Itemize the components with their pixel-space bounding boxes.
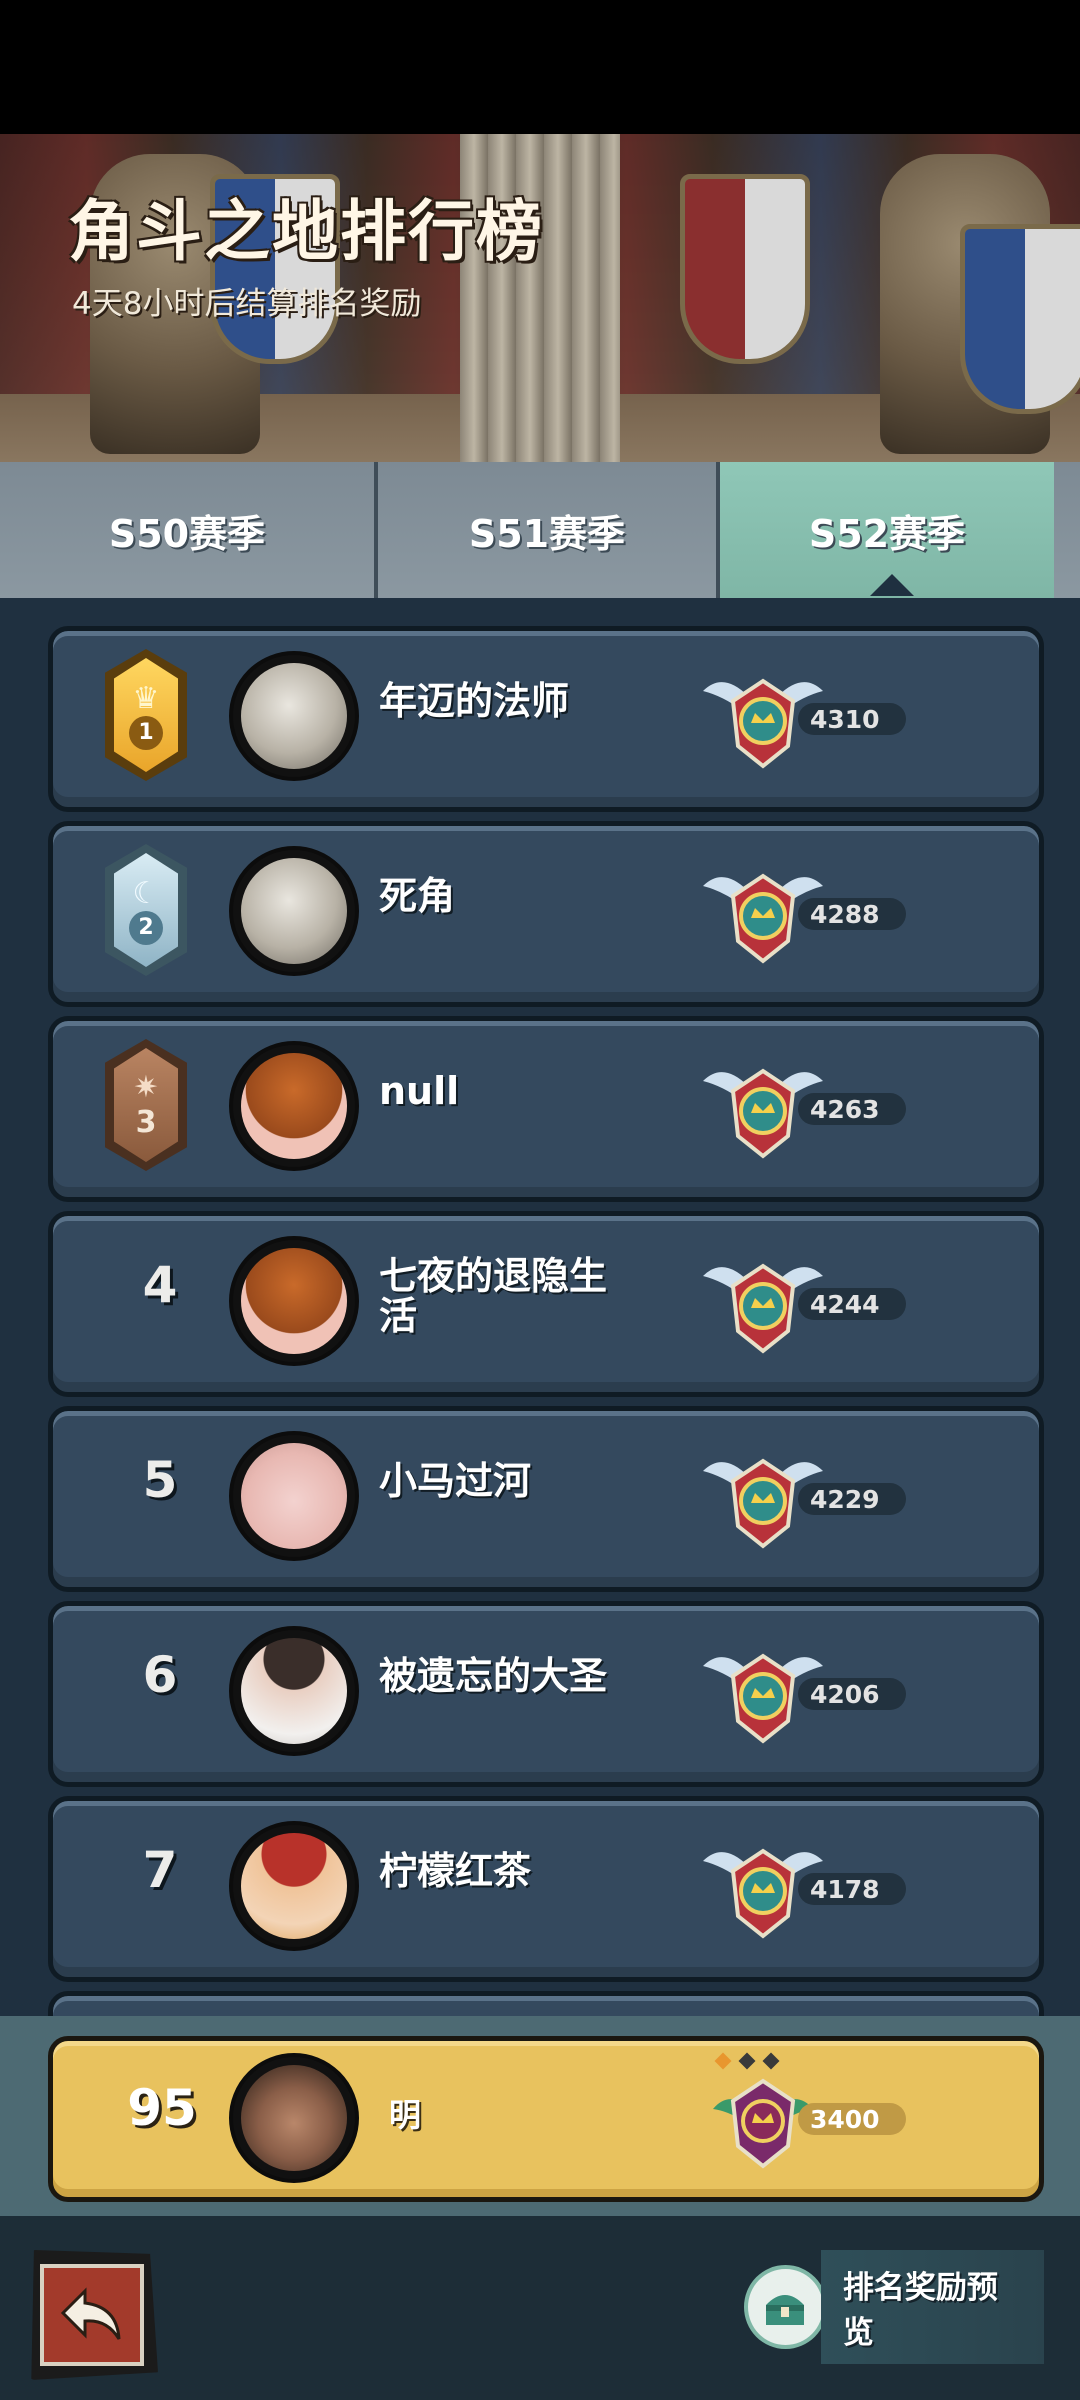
bronze-star-badge: ✷ 3 <box>105 1039 187 1171</box>
settlement-countdown: 4天8小时后结算排名奖励 <box>72 286 422 322</box>
rank-number: 95 <box>127 2079 197 2137</box>
rank-number: 1 <box>129 715 163 750</box>
rank-number: 5 <box>142 1451 178 1509</box>
rank-number: 3 <box>135 1105 157 1140</box>
moon-icon: ☾ <box>132 875 160 911</box>
my-rank-row[interactable]: 95 明 3400 <box>48 2036 1044 2202</box>
page-title: 角斗之地排行榜 <box>68 193 544 270</box>
score: 4229 <box>798 1483 906 1515</box>
tab-s50[interactable]: S50赛季 <box>0 462 374 598</box>
reward-preview-label: 排名奖励预览 <box>820 2250 1044 2364</box>
leaderboard-row[interactable]: ♛ 1 年迈的法师 4310 <box>48 626 1044 812</box>
score: 3400 <box>798 2103 906 2135</box>
player-name: 小马过河 <box>379 1459 532 1503</box>
score: 4206 <box>798 1678 906 1710</box>
player-name: 柠檬红茶 <box>379 1849 532 1893</box>
player-name: 明 <box>389 2096 422 2134</box>
star-icon: ✷ <box>133 1070 159 1105</box>
avatar <box>229 1431 359 1561</box>
score: 4263 <box>798 1093 906 1125</box>
silver-moon-badge: ☾ 2 <box>105 844 187 976</box>
avatar <box>229 1626 359 1756</box>
leaderboard-row[interactable]: 6 被遗忘的大圣 4206 <box>48 1601 1044 1787</box>
score: 4288 <box>798 898 906 930</box>
back-arrow-icon <box>60 2287 121 2340</box>
avatar <box>229 2053 359 2183</box>
avatar <box>229 1041 359 1171</box>
leaderboard-row[interactable]: 5 小马过河 4229 <box>48 1406 1044 1592</box>
player-name: 死角 <box>379 874 456 918</box>
rank-number: 4 <box>142 1256 178 1314</box>
reward-chest-icon <box>744 2265 827 2349</box>
tab-label: S51赛季 <box>468 511 626 556</box>
rank-number: 6 <box>142 1646 178 1704</box>
leaderboard-row-partial[interactable] <box>48 1991 1044 2016</box>
player-name: 七夜的退隐生活 <box>379 1254 608 1338</box>
player-name: 被遗忘的大圣 <box>379 1654 608 1698</box>
gold-crown-badge: ♛ 1 <box>105 649 187 781</box>
avatar <box>229 846 359 976</box>
active-tab-pointer <box>870 574 914 596</box>
avatar <box>229 651 359 781</box>
status-bar <box>0 0 1080 134</box>
back-button[interactable] <box>31 2250 158 2380</box>
tab-label: S50赛季 <box>108 511 266 556</box>
player-name: null <box>379 1069 460 1113</box>
leaderboard-row[interactable]: 4 七夜的退隐生活 4244 <box>48 1211 1044 1397</box>
leaderboard-row[interactable]: ✷ 3 null 4263 <box>48 1016 1044 1202</box>
leaderboard-row[interactable]: 7 柠檬红茶 4178 <box>48 1796 1044 1982</box>
reward-preview-button[interactable]: 排名奖励预览 <box>744 2250 1044 2364</box>
crown-icon: ♛ <box>132 680 160 716</box>
season-tabs: S50赛季 S51赛季 S52赛季 <box>0 462 1080 598</box>
rank-number: 2 <box>129 910 163 945</box>
leaderboard-list[interactable]: ♛ 1 年迈的法师 4310 ☾ 2 死角 4288 ✷ 3 null 4263… <box>0 598 1080 2016</box>
rank-number: 7 <box>142 1841 178 1899</box>
tab-s51[interactable]: S51赛季 <box>378 462 716 598</box>
player-name: 年迈的法师 <box>379 679 570 723</box>
score: 4310 <box>798 703 906 735</box>
avatar <box>229 1821 359 1951</box>
score: 4178 <box>798 1873 906 1905</box>
leaderboard-row[interactable]: ☾ 2 死角 4288 <box>48 821 1044 1007</box>
tab-label: S52赛季 <box>808 511 966 556</box>
avatar <box>229 1236 359 1366</box>
score: 4244 <box>798 1288 906 1320</box>
